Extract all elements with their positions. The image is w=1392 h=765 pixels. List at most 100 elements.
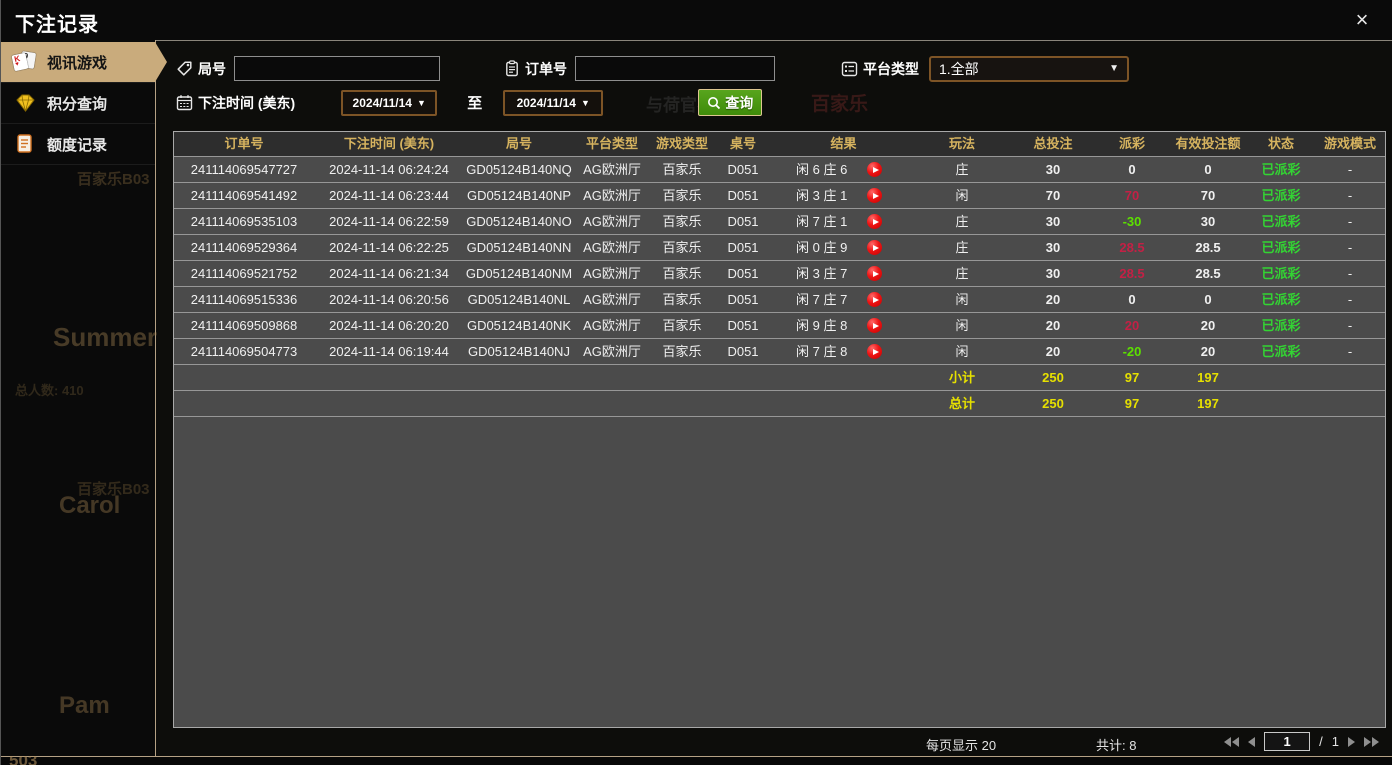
last-page-icon[interactable] (1364, 736, 1379, 747)
cell-platform: AG欧洲厅 (583, 214, 641, 229)
total-count-label: 共计: 8 (1096, 738, 1137, 753)
column-header: 结果 (830, 136, 857, 151)
page-number-input[interactable] (1264, 732, 1311, 751)
result-text: 闲 7 庄 1 (796, 214, 848, 229)
column-header: 状态 (1267, 136, 1294, 151)
cell-status: 已派彩 (1261, 292, 1301, 307)
cell-result: 闲 7 庄 1 (772, 209, 915, 234)
summary-empty (1249, 365, 1313, 390)
cell-platform: AG欧洲厅 (583, 266, 641, 281)
video-play-icon[interactable] (867, 188, 883, 203)
background-dealer-name: Pam (59, 692, 110, 719)
summary-empty (1313, 391, 1385, 416)
cell-bet-time: 2024-11-14 06:23:44 (329, 188, 449, 203)
cell-table-number: D051 (727, 214, 759, 229)
first-page-icon[interactable] (1224, 736, 1240, 747)
cell-table-number: D051 (727, 162, 759, 177)
cell-payout: 70 (1124, 188, 1140, 203)
cell-bet-time: 2024-11-14 06:22:59 (329, 214, 449, 229)
cell-bet-time: 2024-11-14 06:22:25 (329, 240, 449, 255)
search-toolbar-row2: 下注时间 (美东) 2024/11/14 ▼ 至 2024/11/14 ▼ 查询 (156, 89, 1392, 116)
result-text: 闲 3 庄 7 (796, 266, 848, 281)
cell-platform: AG欧洲厅 (583, 292, 641, 307)
cell-bet-on: 闲 (955, 318, 969, 333)
cell-table-number: D051 (727, 318, 759, 333)
cell-game-type: 百家乐 (662, 292, 702, 307)
cell-round-number: GD05124B140NK (466, 318, 572, 333)
cell-total-bet: 30 (1045, 266, 1061, 281)
cell-bet-time: 2024-11-14 06:20:20 (329, 318, 449, 333)
cell-payout: 0 (1128, 162, 1136, 177)
sidebar-item-video-games[interactable]: 9 K♥ 视讯游戏 (1, 42, 167, 83)
summary-row: 小计 250 97 197 (174, 365, 1385, 391)
search-button[interactable]: 查询 (698, 89, 763, 116)
list-icon (841, 61, 858, 77)
cell-bet-on: 庄 (955, 214, 969, 229)
bet-records-table: 订单号 下注时间 (美东) 局号 平台类型 游戏类型 桌号 结果 玩法 总投注 派彩 有效投注额 状态… (173, 131, 1386, 728)
cell-result: 闲 7 庄 7 (772, 287, 915, 312)
platform-type-value: 1.全部 (939, 60, 979, 77)
cell-valid-bet: 70 (1200, 188, 1216, 203)
date-to-picker[interactable]: 2024/11/14 ▼ (503, 89, 604, 116)
cell-valid-bet: 28.5 (1195, 240, 1221, 255)
cell-game-type: 百家乐 (662, 266, 702, 281)
cell-bet-on: 闲 (955, 292, 969, 307)
table-row: 241114069515336 2024-11-14 06:20:56 GD0512… (174, 287, 1385, 313)
platform-type-select[interactable]: 1.全部 ▼ (929, 55, 1129, 82)
cell-payout: 28.5 (1119, 266, 1145, 281)
cell-status: 已派彩 (1261, 188, 1301, 203)
clipboard-icon (504, 60, 520, 77)
date-from-picker[interactable]: 2024/11/14 ▼ (341, 89, 438, 116)
search-icon (707, 96, 721, 110)
cell-order-number: 241114069509868 (190, 318, 298, 333)
cell-total-bet: 30 (1045, 240, 1061, 255)
video-play-icon[interactable] (867, 214, 883, 229)
calendar-icon (176, 94, 193, 111)
next-page-icon[interactable] (1348, 736, 1355, 747)
cell-game-type: 百家乐 (662, 344, 702, 359)
cell-status: 已派彩 (1261, 162, 1301, 177)
video-play-icon[interactable] (867, 240, 883, 255)
cell-valid-bet: 0 (1204, 292, 1212, 307)
cell-round-number: GD05124B140NN (466, 240, 572, 255)
round-number-input[interactable] (234, 56, 440, 81)
cell-bet-time: 2024-11-14 06:19:44 (329, 344, 449, 359)
video-play-icon[interactable] (867, 344, 883, 359)
sidebar-item-label: 积分查询 (47, 95, 108, 113)
total-pages-label: 1 (1331, 734, 1339, 749)
cell-total-bet: 20 (1045, 344, 1061, 359)
column-header: 平台类型 (585, 136, 638, 151)
cell-platform: AG欧洲厅 (583, 240, 641, 255)
sidebar-menu: 9 K♥ 视讯游戏 积分查询 (1, 40, 167, 165)
column-header: 派彩 (1118, 136, 1145, 151)
platform-type-label-group: 平台类型 (841, 59, 919, 79)
summary-total-bet: 250 (1042, 370, 1064, 385)
video-play-icon[interactable] (867, 318, 883, 333)
cell-table-number: D051 (727, 292, 759, 307)
cell-platform: AG欧洲厅 (583, 344, 641, 359)
date-from-value: 2024/11/14 (352, 95, 412, 110)
cell-payout: -30 (1122, 214, 1142, 229)
background-table-label: 百家乐B03 (77, 171, 150, 188)
video-play-icon[interactable] (867, 266, 883, 281)
cell-game-mode: - (1347, 266, 1353, 281)
cell-round-number: GD05124B140NJ (468, 344, 570, 359)
video-play-icon[interactable] (867, 162, 883, 177)
prev-page-icon[interactable] (1248, 736, 1256, 747)
order-number-input[interactable] (575, 56, 775, 81)
sidebar-item-points-query[interactable]: 积分查询 (1, 83, 155, 124)
cell-round-number: GD05124B140NM (465, 266, 573, 281)
summary-empty (1249, 391, 1313, 416)
close-icon[interactable]: × (1348, 6, 1376, 34)
sidebar-item-credit-records[interactable]: 额度记录 (1, 124, 155, 165)
cell-status: 已派彩 (1261, 344, 1301, 359)
result-text: 闲 7 庄 8 (796, 344, 848, 359)
search-button-label: 查询 (725, 94, 754, 111)
cell-round-number: GD05124B140NP (466, 188, 572, 203)
cell-result: 闲 7 庄 8 (772, 339, 915, 364)
cell-valid-bet: 20 (1200, 318, 1216, 333)
summary-valid-bet: 197 (1197, 370, 1219, 385)
video-play-icon[interactable] (867, 292, 883, 307)
cell-game-type: 百家乐 (662, 318, 702, 333)
table-row: 241114069521752 2024-11-14 06:21:34 GD0512… (174, 261, 1385, 287)
